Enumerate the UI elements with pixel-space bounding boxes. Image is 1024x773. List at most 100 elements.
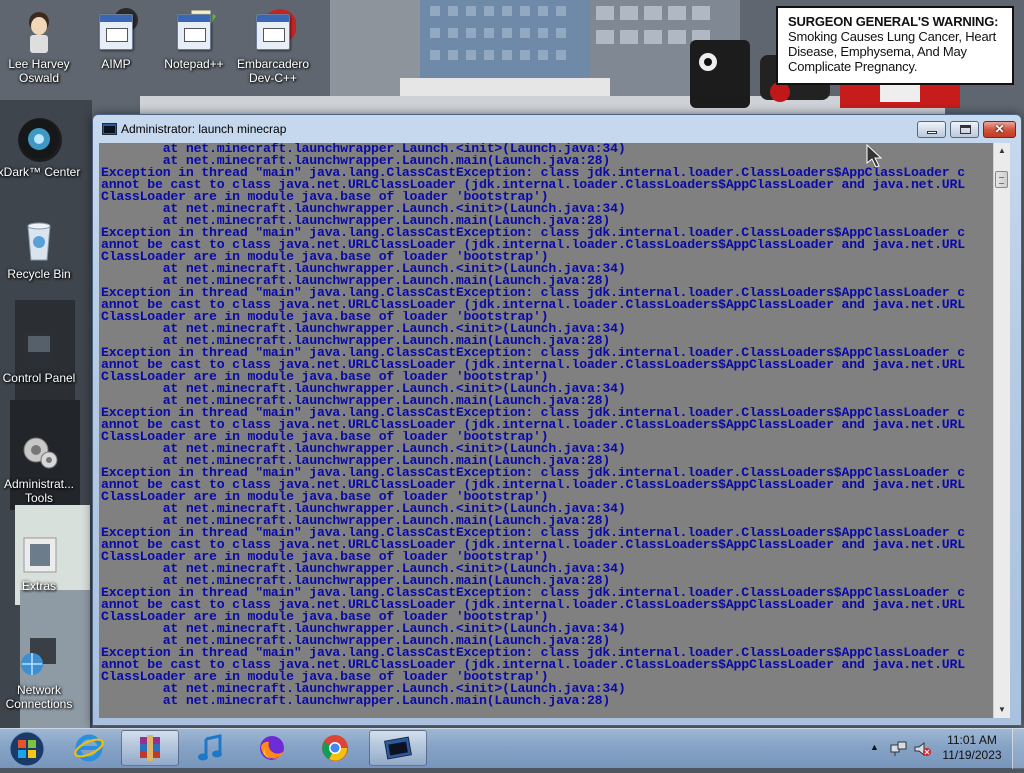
taskbar-chrome[interactable] xyxy=(306,730,364,766)
notepad-plus-plus-app-icon xyxy=(171,8,217,54)
console-line: at net.minecraft.launchwrapper.Launch.ma… xyxy=(101,575,611,587)
console-line: at net.minecraft.launchwrapper.Launch.ma… xyxy=(101,695,611,707)
mouse-pointer-icon xyxy=(866,144,883,168)
console-line: at net.minecraft.launchwrapper.Launch.<i… xyxy=(101,443,626,455)
clock-time: 11:01 AM xyxy=(947,733,997,747)
console-line: at net.minecraft.launchwrapper.Launch.ma… xyxy=(101,275,611,287)
minimize-button[interactable] xyxy=(917,121,946,138)
window-title: Administrator: launch minecrap xyxy=(121,122,287,136)
scrollbar-thumb[interactable] xyxy=(995,171,1008,188)
console-line: Exception in thread "main" java.lang.Cla… xyxy=(101,347,965,359)
console-line: annot be cast to class java.net.URLClass… xyxy=(101,599,965,611)
person-icon xyxy=(16,8,62,54)
console-line: annot be cast to class java.net.URLClass… xyxy=(101,659,965,671)
dev-cpp-app-icon: DEV+ xyxy=(250,8,296,54)
console-line: at net.minecraft.launchwrapper.Launch.ma… xyxy=(101,395,611,407)
system-tray: ▲ 11:01 AM 11/19/2023 xyxy=(866,729,1024,769)
console-line: Exception in thread "main" java.lang.Cla… xyxy=(101,287,965,299)
desktop-icon-extras[interactable]: Extras xyxy=(0,530,81,593)
console-line: at net.minecraft.launchwrapper.Launch.ma… xyxy=(101,215,611,227)
console-line: at net.minecraft.launchwrapper.Launch.ma… xyxy=(101,155,611,167)
desktop-icon-network-connections[interactable]: Network Connections xyxy=(0,634,81,711)
console-line: at net.minecraft.launchwrapper.Launch.ma… xyxy=(101,335,611,347)
desktop-icon-administrative-tools[interactable]: Administrat... Tools xyxy=(0,428,81,505)
volume-muted-icon[interactable] xyxy=(914,741,932,757)
gears-icon xyxy=(16,428,62,474)
desktop-icon-xdark-center[interactable]: xDark™ Center xyxy=(0,116,81,179)
desktop-icon-label: Embarcadero Dev-C++ xyxy=(236,57,310,85)
console-line: at net.minecraft.launchwrapper.Launch.ma… xyxy=(101,635,611,647)
console-line: at net.minecraft.launchwrapper.Launch.<i… xyxy=(101,623,626,635)
close-button[interactable] xyxy=(983,121,1016,138)
console-line: ClassLoader are in module java.base of l… xyxy=(101,551,549,563)
desktop-icon-control-panel[interactable]: Control Panel xyxy=(0,322,81,385)
desktop-icon-notepad-plus-plus[interactable]: Notepad++ xyxy=(152,8,236,71)
internet-explorer-icon xyxy=(74,734,104,762)
recycle-bin-icon xyxy=(16,218,62,264)
windows-logo-icon xyxy=(9,731,45,767)
winrar-icon xyxy=(140,735,160,761)
vertical-scrollbar[interactable]: ▲ ▼ xyxy=(993,143,1010,718)
console-line: ClassLoader are in module java.base of l… xyxy=(101,251,549,263)
console-line: annot be cast to class java.net.URLClass… xyxy=(101,419,965,431)
console-line: ClassLoader are in module java.base of l… xyxy=(101,191,549,203)
console-window-icon[interactable] xyxy=(102,122,118,136)
console-line: ClassLoader are in module java.base of l… xyxy=(101,671,549,683)
desktop-icon-label: Administrat... Tools xyxy=(3,477,75,505)
desktop-icon-label: Recycle Bin xyxy=(7,267,71,281)
show-desktop-button[interactable] xyxy=(1012,729,1024,769)
network-status-icon[interactable] xyxy=(890,741,908,757)
desktop-icon-lee-harvey-oswald[interactable]: Lee Harvey Oswald xyxy=(0,8,81,85)
console-line: Exception in thread "main" java.lang.Cla… xyxy=(101,227,965,239)
scroll-down-arrow-icon[interactable]: ▼ xyxy=(995,703,1009,717)
desktop-icon-label: Control Panel xyxy=(2,371,76,385)
console-line: Exception in thread "main" java.lang.Cla… xyxy=(101,527,965,539)
console-line: Exception in thread "main" java.lang.Cla… xyxy=(101,647,965,659)
console-line: at net.minecraft.launchwrapper.Launch.<i… xyxy=(101,383,626,395)
console-line: at net.minecraft.launchwrapper.Launch.<i… xyxy=(101,323,626,335)
console-line: ClassLoader are in module java.base of l… xyxy=(101,611,549,623)
start-button[interactable] xyxy=(5,730,49,768)
taskbar-clock[interactable]: 11:01 AM 11/19/2023 xyxy=(942,733,1002,763)
console-line: Exception in thread "main" java.lang.Cla… xyxy=(101,467,965,479)
console-line: ClassLoader are in module java.base of l… xyxy=(101,431,549,443)
console-line: at net.minecraft.launchwrapper.Launch.<i… xyxy=(101,563,626,575)
taskbar: ▲ 11:01 AM 11/19/2023 xyxy=(0,728,1024,769)
taskbar-internet-explorer[interactable] xyxy=(60,730,118,766)
chrome-icon xyxy=(322,735,348,761)
control-panel-icon xyxy=(16,322,62,368)
clock-date: 11/19/2023 xyxy=(942,748,1002,762)
firefox-icon xyxy=(260,736,284,760)
console-line: Exception in thread "main" java.lang.Cla… xyxy=(101,407,965,419)
desktop-icon-label: AIMP xyxy=(101,57,131,71)
desktop-icon-aimp[interactable]: AIMP xyxy=(74,8,158,71)
console-line: ClassLoader are in module java.base of l… xyxy=(101,371,549,383)
network-globe-icon xyxy=(16,634,62,680)
taskbar-firefox[interactable] xyxy=(243,730,301,766)
console-line: ClassLoader are in module java.base of l… xyxy=(101,311,549,323)
warning-heading: SURGEON GENERAL'S WARNING: xyxy=(788,14,999,29)
taskbar-music-player[interactable] xyxy=(182,730,240,766)
console-window[interactable]: Administrator: launch minecrap at net.mi… xyxy=(92,114,1022,726)
scroll-up-arrow-icon[interactable]: ▲ xyxy=(995,144,1009,158)
window-title-bar[interactable]: Administrator: launch minecrap xyxy=(93,115,1021,143)
taskbar-winrar[interactable] xyxy=(121,730,179,766)
show-hidden-icons-button[interactable]: ▲ xyxy=(870,742,879,752)
desktop-icon-label: Notepad++ xyxy=(164,57,224,71)
taskbar-console-window[interactable] xyxy=(369,730,427,766)
console-line: at net.minecraft.launchwrapper.Launch.<i… xyxy=(101,683,626,695)
console-line: at net.minecraft.launchwrapper.Launch.ma… xyxy=(101,515,611,527)
console-line: annot be cast to class java.net.URLClass… xyxy=(101,539,965,551)
console-line: Exception in thread "main" java.lang.Cla… xyxy=(101,587,965,599)
console-line: at net.minecraft.launchwrapper.Launch.ma… xyxy=(101,455,611,467)
desktop-icon-embarcadero-dev-cpp[interactable]: DEV+ Embarcadero Dev-C++ xyxy=(231,8,315,85)
console-line: at net.minecraft.launchwrapper.Launch.<i… xyxy=(101,263,626,275)
console-line: ClassLoader are in module java.base of l… xyxy=(101,491,549,503)
console-line: at net.minecraft.launchwrapper.Launch.<i… xyxy=(101,143,626,155)
aimp-app-icon xyxy=(93,8,139,54)
console-line: annot be cast to class java.net.URLClass… xyxy=(101,359,965,371)
desktop-icon-recycle-bin[interactable]: Recycle Bin xyxy=(0,218,81,281)
maximize-button[interactable] xyxy=(950,121,979,138)
console-line: annot be cast to class java.net.URLClass… xyxy=(101,479,965,491)
console-output[interactable]: at net.minecraft.launchwrapper.Launch.<i… xyxy=(99,143,993,718)
